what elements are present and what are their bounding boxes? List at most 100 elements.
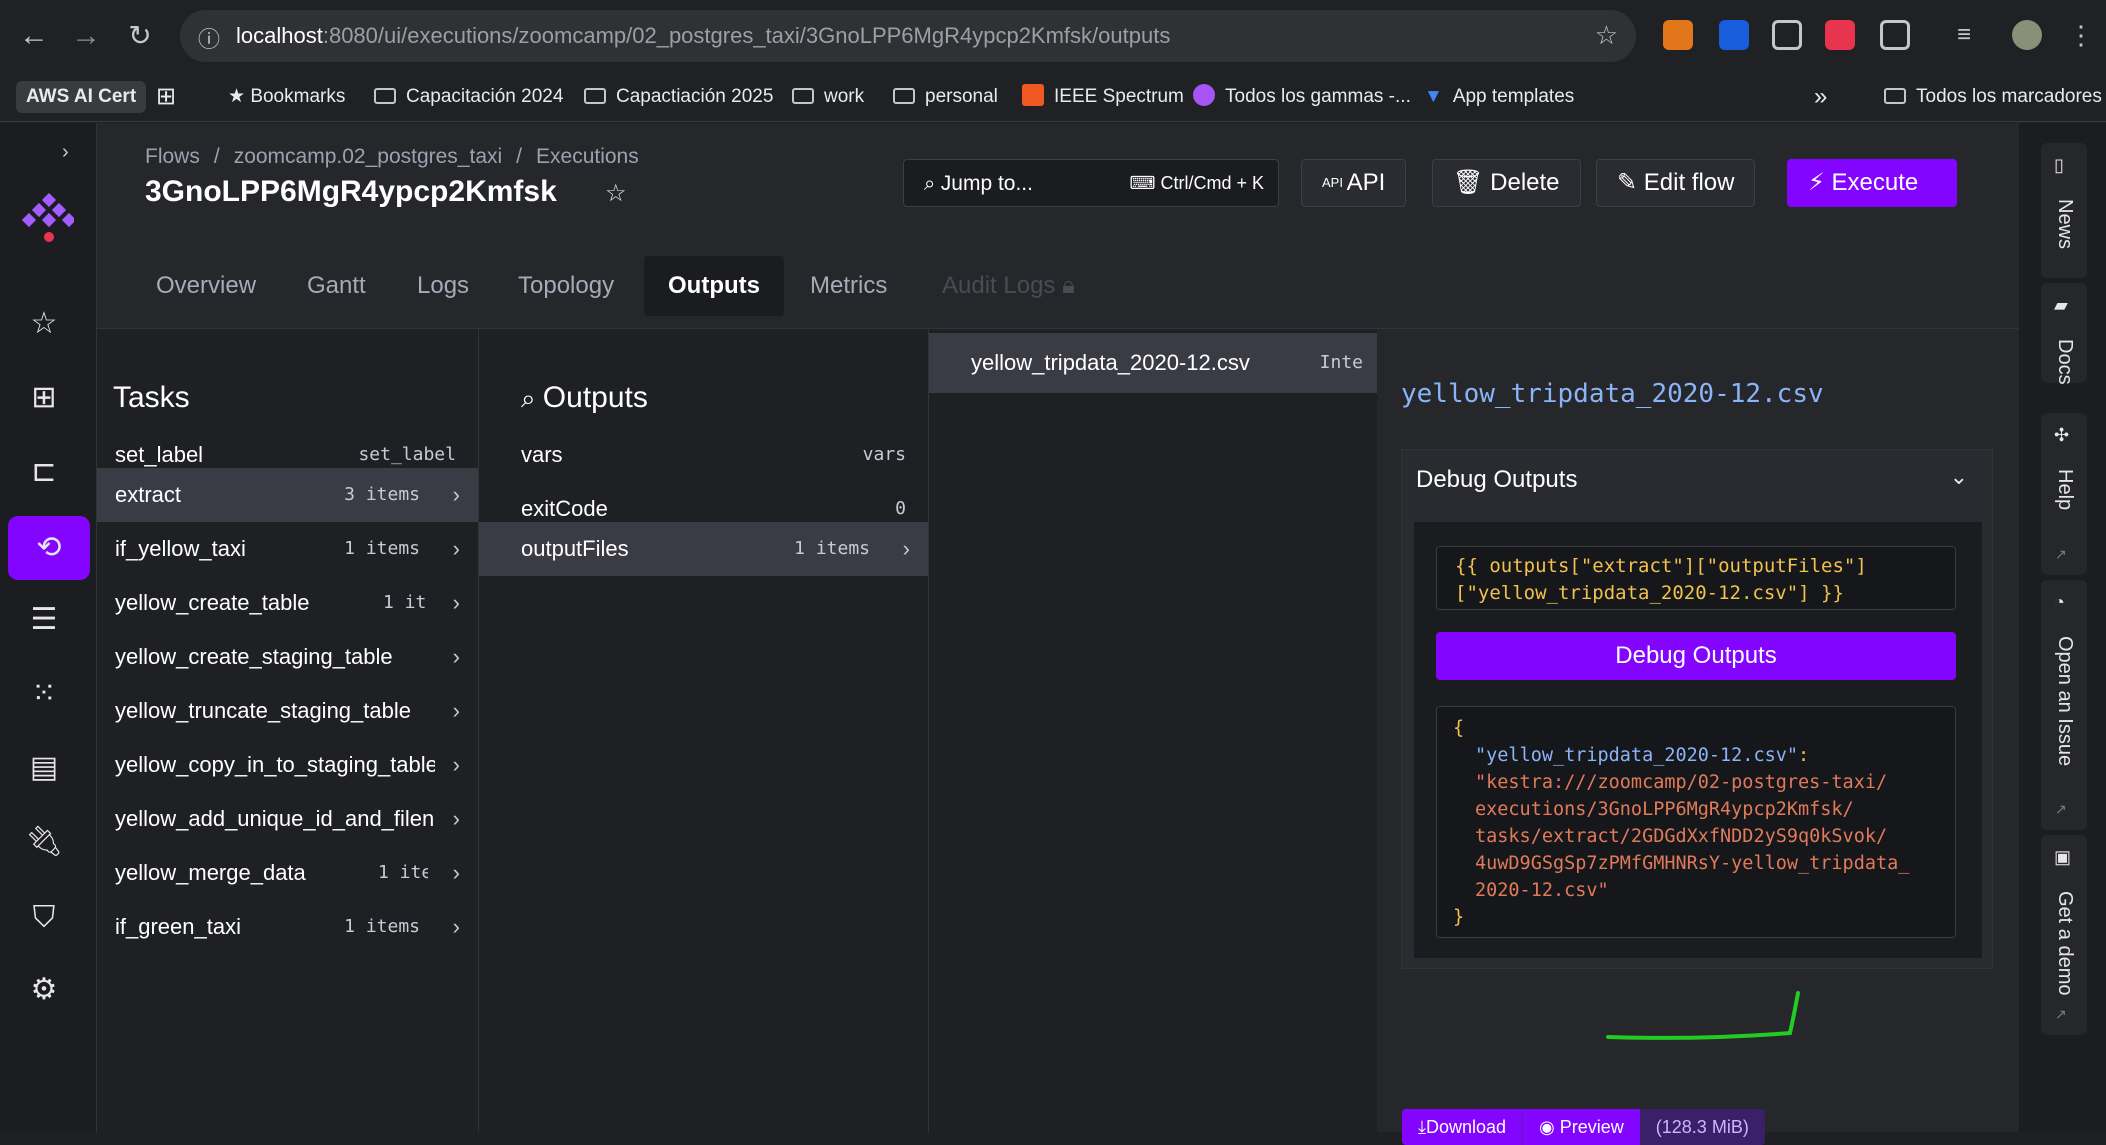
eye-icon: ◉ [1539,1117,1560,1137]
breadcrumb-flows[interactable]: Flows [145,145,200,168]
address-bar[interactable]: ⓘ localhost:8080/ui/executions/zoomcamp/… [180,10,1636,62]
bookmark-item[interactable]: Todos los gammas -... [1193,78,1411,116]
keyboard-shortcut: ⌨ Ctrl/Cmd + K [1129,173,1264,193]
bookmark-item[interactable]: IEEE Spectrum [1022,78,1184,116]
browser-menu-icon[interactable]: ⋮ [2066,20,2096,50]
bookmark-item[interactable]: ★ Bookmarks [228,78,345,116]
docs-icon: ▰ [2054,295,2068,315]
file-size: (128.3 MiB) [1639,1109,1765,1145]
download-button[interactable]: ⤓Download [1402,1109,1524,1145]
bookmark-folder[interactable]: personal [893,78,998,116]
bookmark-folder[interactable]: work [792,78,864,116]
tab-overview[interactable]: Overview [132,256,280,316]
breadcrumb-executions[interactable]: Executions [536,145,639,168]
execute-button[interactable]: ⚡︎ Execute [1787,159,1957,207]
task-row[interactable]: yellow_copy_in_to_staging_table › [97,738,478,792]
debug-expression-input[interactable]: {{ outputs["extract"]["outputFiles"] ["y… [1436,546,1956,610]
starred-icon[interactable]: ☆ [16,296,72,352]
flows-icon[interactable]: ⊏ [16,444,72,500]
forward-icon[interactable]: → [68,18,104,54]
chevron-down-icon[interactable]: ⌄ [1950,464,1968,490]
dashboard-icon[interactable]: ⊞ [16,370,72,426]
help-tab[interactable]: ✣ Help ↗ [2041,413,2087,575]
tab-audit-logs[interactable]: Audit Logs 🔒︎ [918,256,1099,316]
breadcrumb-separator: / [516,145,523,168]
media-extension-icon[interactable] [1772,20,1802,50]
namespaces-icon[interactable]: ⁙ [16,666,72,722]
task-row[interactable]: extract 3 items › [97,468,478,522]
debug-outputs-button[interactable]: Debug Outputs [1436,632,1956,680]
bookmark-star-icon[interactable]: ☆ [1595,20,1618,51]
delete-button[interactable]: 🗑︎ Delete [1432,159,1581,207]
external-link-icon: ↗ [2055,1006,2067,1022]
open-issue-tab[interactable]: ◔ Open an Issue ↗ [2041,580,2087,830]
github-icon: ◔ [2054,592,2065,612]
file-row[interactable]: yellow_tripdata_2020-12.csv Inte [929,333,1377,393]
bookmark-item[interactable]: ▼ App templates [1424,78,1574,116]
task-row[interactable]: yellow_truncate_staging_table › [97,684,478,738]
kestra-logo[interactable] [22,193,74,245]
output-detail-panel: yellow_tripdata_2020-12.csv Debug Output… [1377,329,2019,1145]
chevron-right-icon: › [452,752,460,777]
pencil-icon: ✎ [1617,169,1644,196]
all-bookmarks-folder[interactable]: Todos los marcadores [1884,78,2102,116]
back-icon[interactable]: ← [16,18,52,54]
more-bookmarks-button[interactable]: » [1814,78,1827,116]
profile-chip[interactable]: AWS AI Cert [16,81,147,113]
task-row[interactable]: yellow_create_staging_table › [97,630,478,684]
tab-topology[interactable]: Topology [494,256,638,316]
api-button[interactable]: API API [1301,159,1407,207]
metamask-extension-icon[interactable] [1663,20,1693,50]
edit-flow-button[interactable]: ✎ Edit flow [1596,159,1756,207]
avatar[interactable] [2012,20,2042,50]
favorite-star-icon[interactable]: ☆ [605,179,627,208]
administration-icon[interactable]: ⛉ [16,890,72,946]
external-link-icon: ↗ [2055,801,2067,817]
tasks-panel: Tasks set_label set_label extract 3 items ›… [97,329,479,1132]
download-icon: ⤓ [1418,1117,1426,1137]
bookmark-folder[interactable]: Capactiación 2025 [584,78,773,116]
task-row[interactable]: yellow_merge_data 1 ite › [97,846,478,900]
tab-gantt[interactable]: Gantt [283,256,390,316]
docs-tab[interactable]: ▰ Docs [2041,283,2087,385]
chevron-right-icon: › [452,914,460,939]
tab-metrics[interactable]: Metrics [786,256,911,316]
task-row[interactable]: if_yellow_taxi 1 items › [97,522,478,576]
output-row[interactable]: vars vars [479,428,928,482]
jump-to-search[interactable]: ⌕ Jump to... ⌨ Ctrl/Cmd + K [903,159,1279,207]
api-icon: API [1322,175,1347,190]
chevron-right-icon: › [902,536,910,561]
app-templates-icon: ▼ [1424,86,1443,107]
debug-outputs-section: Debug Outputs ⌄ {{ outputs["extract"]["o… [1401,449,1993,969]
expand-rail-icon[interactable]: › [62,141,69,164]
apps-grid-icon[interactable]: ⊞ [156,78,176,116]
preview-button[interactable]: ◉ Preview [1523,1109,1640,1145]
site-info-icon[interactable]: ⓘ [198,22,220,54]
reload-icon[interactable]: ↻ [122,18,158,54]
logs-icon[interactable]: ☰ [16,592,72,648]
browser-toolbar: ← → ↻ ⓘ localhost:8080/ui/executions/zoo… [0,0,2106,72]
news-tab[interactable]: ▯ News [2041,143,2087,278]
chevron-right-icon: › [452,644,460,669]
debug-outputs-heading[interactable]: Debug Outputs [1416,466,1577,494]
output-row[interactable]: outputFiles 1 items › [479,522,928,576]
get-demo-tab[interactable]: ▣ Get a demo ↗ [2041,835,2087,1035]
plugins-icon[interactable]: 🔌︎ [16,814,72,870]
tab-outputs[interactable]: Outputs [644,256,784,316]
media-control-icon[interactable]: ≡ [1957,20,1987,50]
executions-icon[interactable]: ⟲ [21,520,77,576]
extension-icon[interactable] [1825,20,1855,50]
ieee-icon [1022,84,1044,106]
task-row[interactable]: if_green_taxi 1 items › [97,900,478,954]
templates-icon[interactable]: ▤ [16,740,72,796]
task-row[interactable]: yellow_create_table1 ite› [97,576,478,630]
breadcrumb-separator: / [213,145,220,168]
tab-logs[interactable]: Logs [393,256,493,316]
bookmark-folder[interactable]: Capacitación 2024 [374,78,563,116]
settings-gear-icon[interactable]: ⚙ [16,962,72,1018]
breadcrumb-flow[interactable]: zoomcamp.02_postgres_taxi [234,145,502,168]
bitwarden-extension-icon[interactable] [1719,20,1749,50]
task-row[interactable]: yellow_add_unique_id_and_filen › [97,792,478,846]
lock-icon: 🔒︎ [1055,272,1075,299]
extensions-puzzle-icon[interactable] [1880,20,1910,50]
